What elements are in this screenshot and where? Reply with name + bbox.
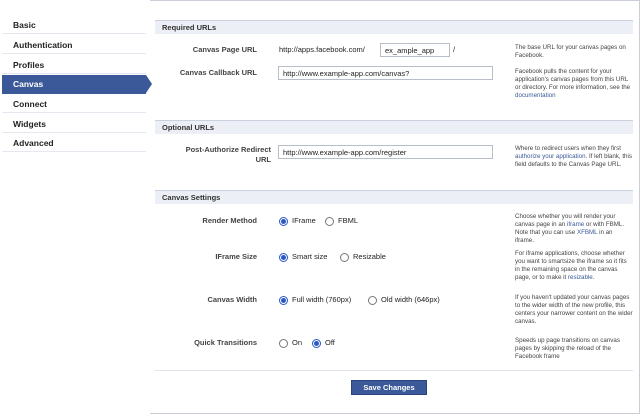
render-fbml-radio[interactable]: [325, 217, 334, 226]
canvas-page-suffix: /: [453, 45, 456, 54]
transitions-off-radio[interactable]: [312, 339, 321, 348]
sidebar-item-authentication[interactable]: Authentication: [2, 36, 146, 54]
redirect-help-text: Where to redirect users when they first: [515, 145, 621, 152]
divider: [155, 370, 633, 371]
canvas-settings-panel: Required URLs Canvas Page URL http://app…: [155, 0, 638, 414]
sidebar-item-connect[interactable]: Connect: [2, 95, 146, 113]
iframe-help-text-2: .: [592, 274, 595, 281]
sidebar-item-label: Canvas: [13, 79, 44, 89]
canvas-width-label: Canvas Width: [207, 295, 257, 304]
render-method-help: Choose whether you will render your canv…: [515, 213, 633, 245]
section-header-optional: Optional URLs: [155, 120, 633, 134]
smart-size-radio[interactable]: [279, 253, 288, 262]
render-method-label: Render Method: [202, 216, 257, 225]
quick-transitions-label: Quick Transitions: [194, 338, 257, 347]
transitions-on-radio[interactable]: [279, 339, 288, 348]
transitions-off-label: Off: [325, 338, 335, 347]
sidebar-item-widgets[interactable]: Widgets: [2, 115, 146, 133]
canvas-page-help: The base URL for your canvas pages on Fa…: [515, 44, 626, 59]
canvas-page-prefix: http://apps.facebook.com/: [279, 45, 365, 54]
smart-size-label: Smart size: [292, 252, 328, 261]
redirect-label-line1: Post-Authorize Redirect: [185, 145, 271, 154]
redirect-help: Where to redirect users when they first …: [515, 145, 633, 169]
render-fbml-label: FBML: [338, 216, 359, 225]
iframe-size-label: IFrame Size: [215, 252, 257, 261]
resizable-link[interactable]: resizable: [568, 274, 593, 281]
old-width-label: Old width (646px): [381, 295, 440, 304]
sidebar-item-basic[interactable]: Basic: [2, 16, 146, 34]
iframe-size-help: For iframe applications, choose whether …: [515, 250, 633, 282]
old-width-radio[interactable]: [368, 296, 377, 305]
canvas-page-url-input[interactable]: [380, 43, 450, 57]
resizable-label: Resizable: [353, 252, 386, 261]
iframe-link[interactable]: iframe: [567, 221, 584, 228]
save-changes-button[interactable]: Save Changes: [351, 380, 427, 395]
render-iframe-radio[interactable]: [279, 217, 288, 226]
sidebar-item-profiles[interactable]: Profiles: [2, 56, 146, 74]
full-width-radio[interactable]: [279, 296, 288, 305]
section-header-canvas-settings: Canvas Settings: [155, 190, 633, 204]
sidebar-item-canvas[interactable]: Canvas: [2, 75, 152, 94]
canvas-width-help: If you haven't updated your canvas pages…: [515, 294, 633, 325]
redirect-url-label: Post-Authorize Redirect URL: [155, 145, 271, 165]
render-iframe-label: IFrame: [292, 216, 316, 225]
authorize-app-link[interactable]: authorize your application: [515, 153, 586, 160]
callback-url-label: Canvas Callback URL: [179, 68, 257, 77]
callback-url-input[interactable]: [278, 66, 493, 80]
documentation-link[interactable]: documentation: [515, 92, 556, 99]
xfbml-link[interactable]: XFBML: [577, 229, 597, 236]
redirect-url-input[interactable]: [278, 145, 493, 159]
transitions-on-label: On: [292, 338, 303, 347]
active-arrow-icon: [146, 75, 152, 93]
callback-help-text: Facebook pulls the content for your appl…: [515, 68, 631, 91]
quick-transitions-help: Speeds up page transitions on canvas pag…: [515, 337, 620, 360]
callback-help: Facebook pulls the content for your appl…: [515, 68, 633, 100]
resizable-radio[interactable]: [340, 253, 349, 262]
sidebar-item-advanced[interactable]: Advanced: [2, 134, 146, 152]
sidebar: Basic Authentication Profiles Canvas Con…: [0, 0, 152, 414]
canvas-page-url-label: Canvas Page URL: [192, 45, 257, 54]
redirect-label-line2: URL: [255, 155, 271, 164]
section-header-required: Required URLs: [155, 20, 633, 34]
full-width-label: Full width (760px): [292, 295, 352, 304]
